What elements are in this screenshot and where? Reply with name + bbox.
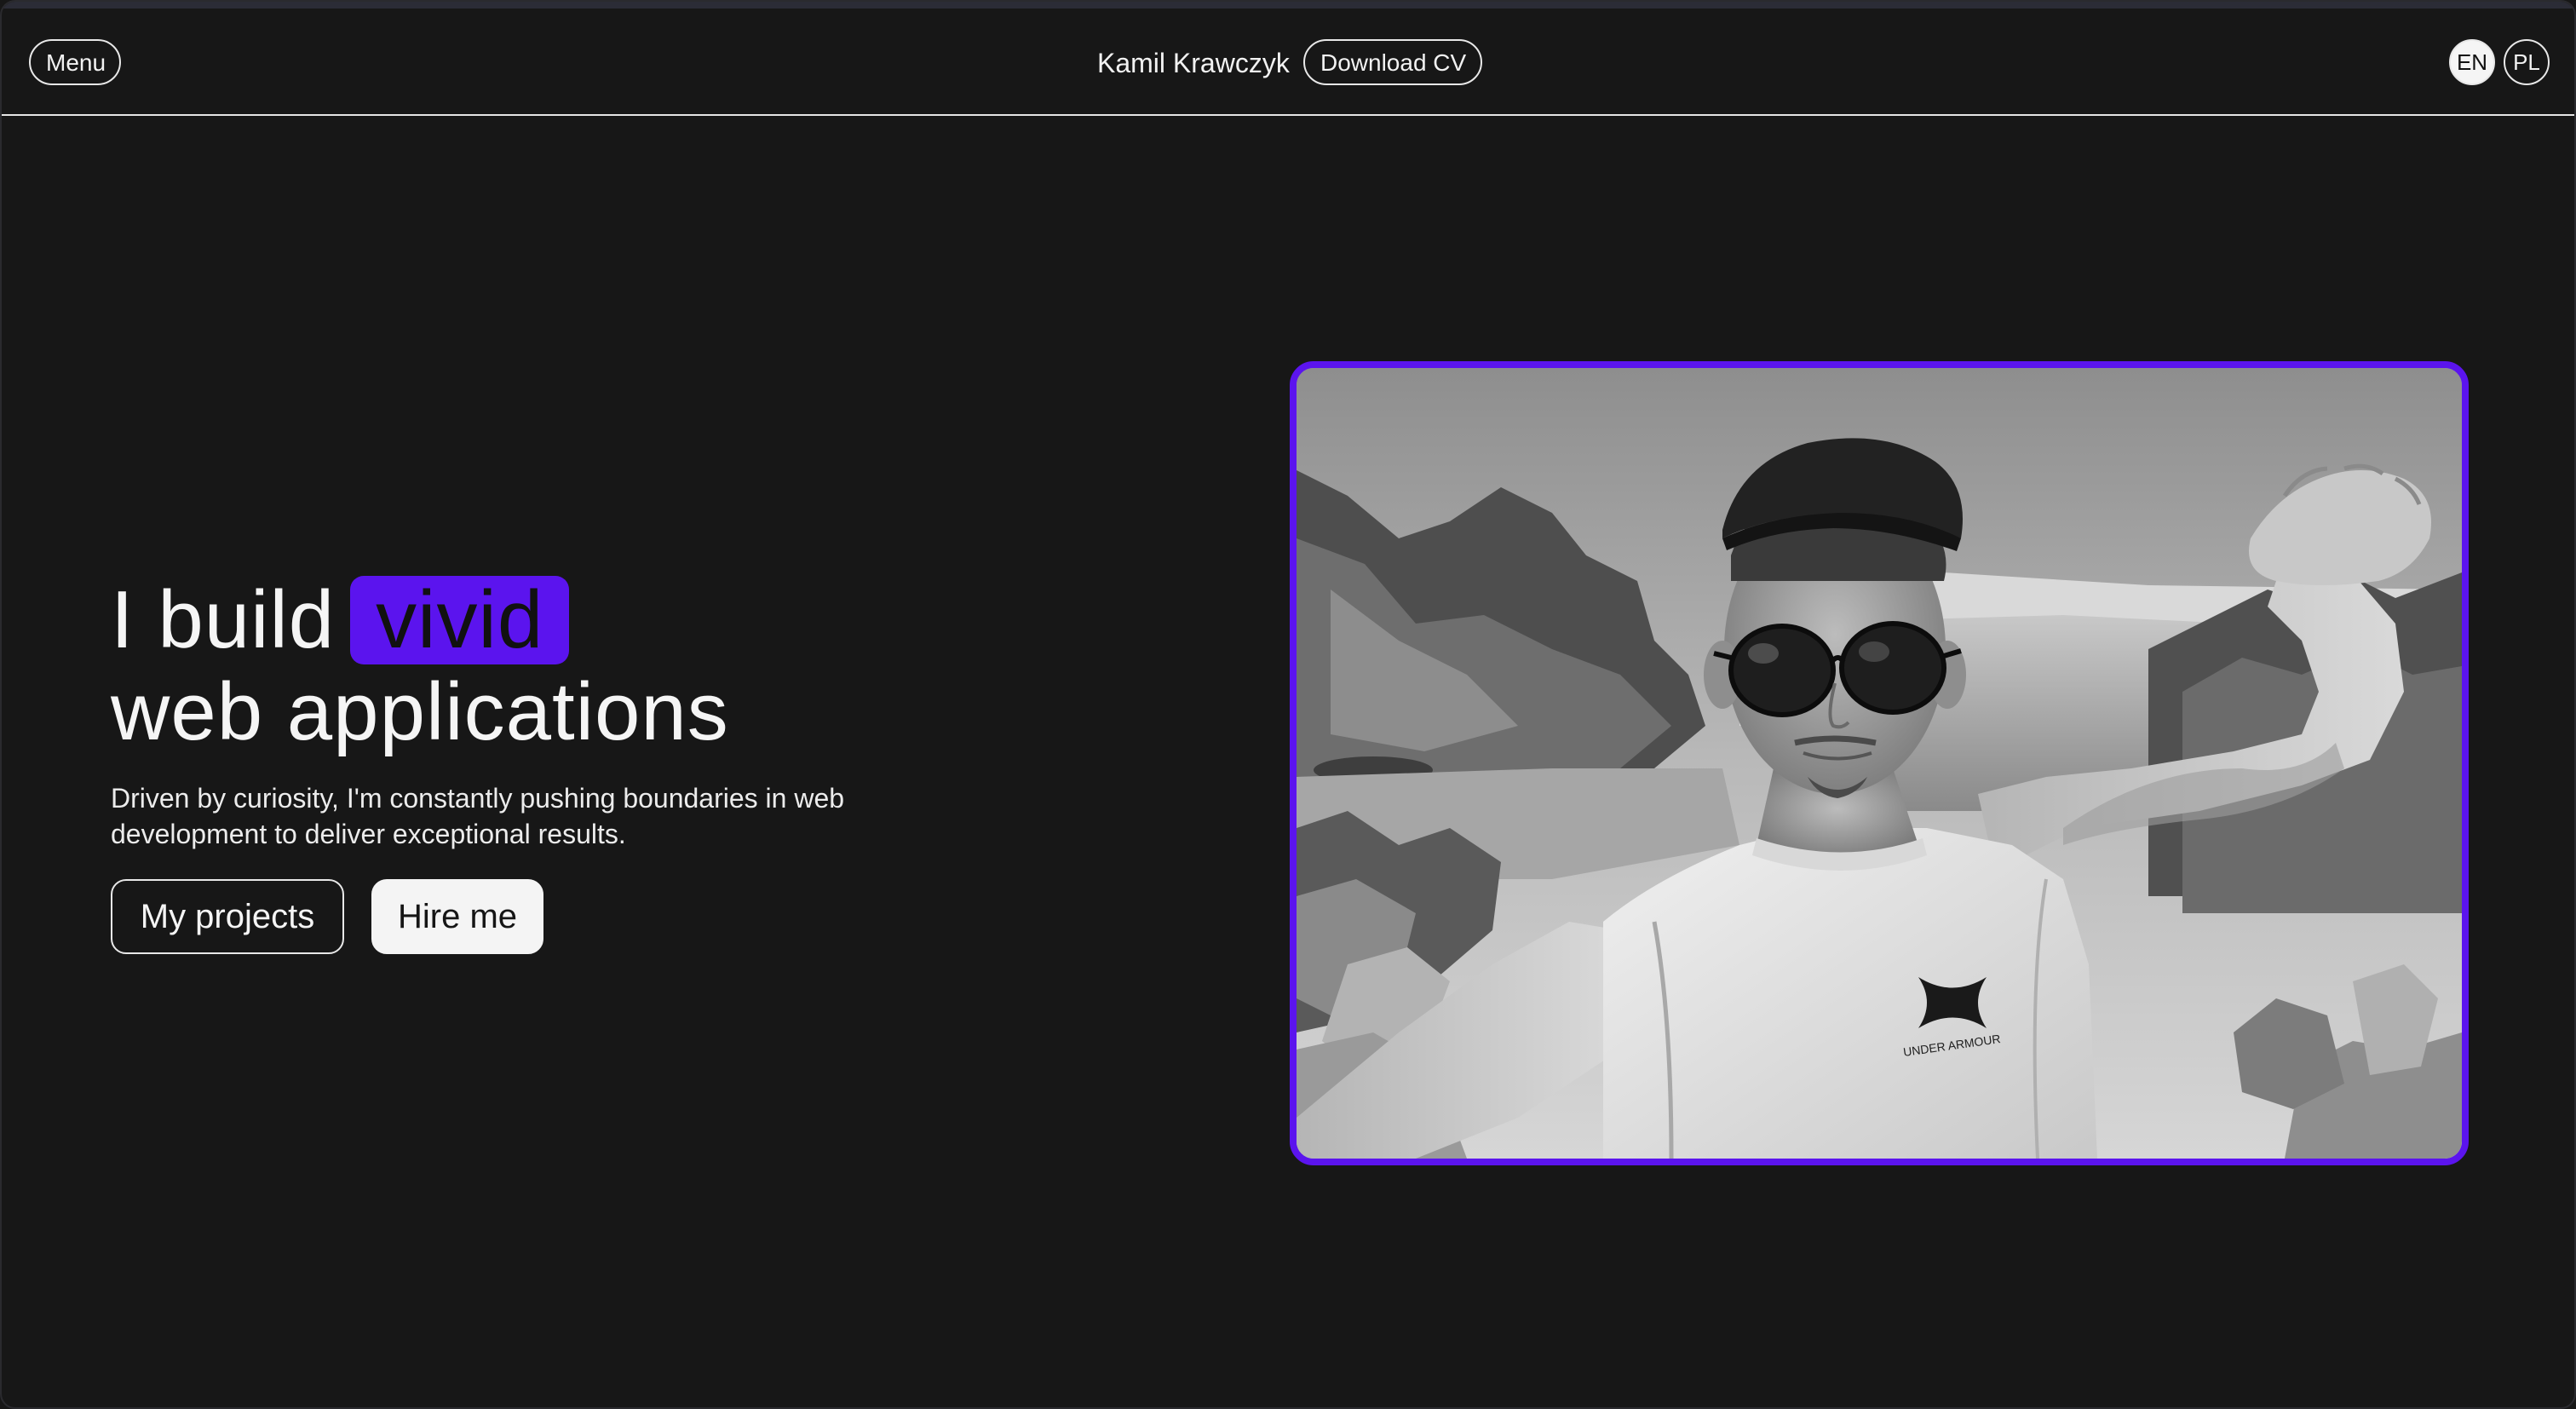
hire-me-button[interactable]: Hire me (371, 879, 543, 954)
browser-window: Menu Kamil Krawczyk Download CV EN PL I … (0, 0, 2576, 1409)
my-projects-button[interactable]: My projects (111, 879, 344, 954)
hero-subtitle: Driven by curiosity, I'm constantly push… (111, 783, 845, 849)
brand-name[interactable]: Kamil Krawczyk (1097, 46, 1290, 80)
hero-title-prefix: I build (111, 574, 336, 665)
hero-title: I build vivid web applications (111, 572, 729, 757)
profile-photo: UNDER ARMOUR (1290, 361, 2469, 1165)
download-cv-button[interactable]: Download CV (1303, 39, 1482, 85)
navbar: Menu Kamil Krawczyk Download CV EN PL (2, 9, 2574, 116)
hero-title-line-1: I build vivid (111, 572, 729, 665)
language-en-button[interactable]: EN (2449, 39, 2495, 85)
language-pl-button[interactable]: PL (2504, 39, 2550, 85)
hero-title-highlight: vivid (350, 576, 570, 664)
profile-photo-illustration: UNDER ARMOUR (1297, 368, 2462, 1159)
hero-title-line-2: web applications (111, 666, 729, 757)
menu-button[interactable]: Menu (29, 39, 121, 85)
window-top-strip (2, 2, 2574, 9)
